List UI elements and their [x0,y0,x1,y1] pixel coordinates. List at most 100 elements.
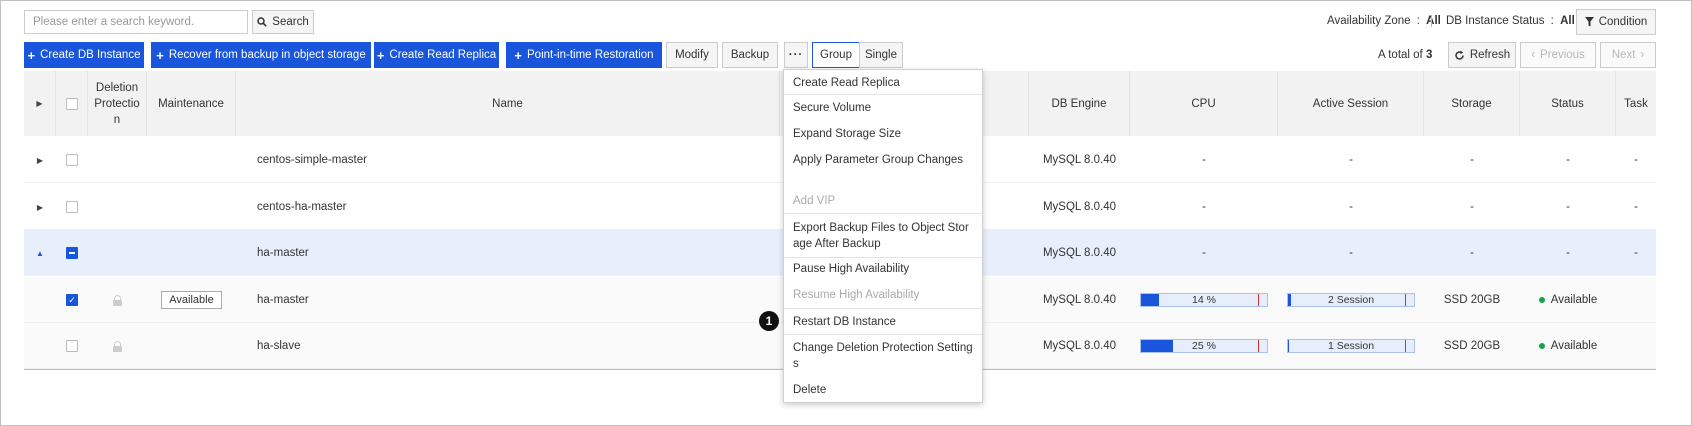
next-page-button[interactable]: Next › [1600,42,1656,68]
row-checkbox-indeterminate[interactable] [66,247,78,259]
select-all-checkbox[interactable] [65,97,78,110]
chevron-left-icon: ‹ [1531,49,1536,61]
session-threshold-marker [1405,340,1406,352]
search-button-label: Search [272,16,309,28]
cpu-usage-label: 25 % [1192,340,1216,352]
create-db-instance-button[interactable]: + Create DB Instance [24,42,144,68]
row-db-engine: MySQL 8.0.40 [1042,340,1117,352]
row-storage: - [1470,154,1474,166]
menu-item-change-deletion-protection[interactable]: Change Deletion Protection Settings [793,340,974,372]
row-checkbox[interactable] [66,201,78,213]
total-count: A total of 3 [1378,49,1433,61]
header-active-session: Active Session [1278,71,1424,136]
menu-item-expand-storage-size[interactable]: Expand Storage Size [793,126,974,142]
more-actions-button[interactable]: ··· [784,42,808,68]
point-in-time-restoration-button[interactable]: + Point-in-time Restoration [506,42,662,68]
header-db-engine: DB Engine [1029,71,1130,136]
refresh-icon [1455,50,1464,60]
row-cpu: - [1202,201,1206,213]
row-name[interactable]: ha-slave [257,323,757,369]
create-read-replica-button[interactable]: + Create Read Replica [374,42,499,68]
menu-divider [784,308,982,309]
plus-icon: + [514,47,523,63]
header-status: Status [1520,71,1616,136]
menu-item-delete[interactable]: Delete [793,382,974,398]
expand-toggle[interactable]: ▶ [24,137,56,183]
row-name[interactable]: centos-simple-master [257,137,757,183]
row-db-engine: MySQL 8.0.40 [1042,247,1117,259]
row-name[interactable]: centos-ha-master [257,184,757,230]
cpu-threshold-marker [1258,340,1259,352]
row-status: - [1566,201,1570,213]
caret-up-icon: ▲ [36,248,44,258]
row-status: - [1566,247,1570,259]
more-actions-menu: Create Read Replica Secure Volume Expand… [783,69,983,403]
session-usage-bar: 1 Session [1287,339,1415,353]
header-deletion-protection: Deletion Protection [88,71,147,136]
row-storage: - [1470,247,1474,259]
group-view-toggle[interactable]: Group [812,42,860,68]
caret-right-icon: ▶ [36,98,43,108]
select-all-header[interactable] [56,71,88,136]
status-filter[interactable]: DB Instance Status : All [1446,15,1575,27]
menu-divider [784,334,982,335]
menu-item-secure-volume[interactable]: Secure Volume [793,100,974,116]
header-name: Name [236,71,780,136]
header-cpu: CPU [1130,71,1278,136]
menu-divider [784,213,982,214]
cpu-usage-bar: 25 % [1140,339,1268,353]
expand-all-header[interactable]: ▶ [24,71,56,136]
search-button[interactable]: Search [252,10,314,34]
menu-divider [784,257,982,258]
filter-icon [1584,17,1594,27]
row-status: Available [1520,277,1616,323]
row-checkbox-checked[interactable]: ✓ [66,294,78,306]
availability-zone-filter[interactable]: Availability Zone : All [1327,15,1441,27]
previous-page-button[interactable]: ‹ Previous [1520,42,1596,68]
session-usage-label: 1 Session [1327,340,1375,352]
row-name[interactable]: ha-master [257,230,757,276]
row-task: - [1634,154,1638,166]
cpu-usage-label: 14 % [1192,294,1216,306]
status-dot-icon [1538,297,1545,303]
session-threshold-marker [1405,294,1406,306]
header-maintenance: Maintenance [147,71,236,136]
backup-button[interactable]: Backup [722,42,778,68]
row-cpu: - [1202,154,1206,166]
expand-toggle[interactable]: ▶ [24,184,56,230]
condition-label: Condition [1598,16,1648,28]
modify-button[interactable]: Modify [666,42,718,68]
menu-item-pause-high-availability[interactable]: Pause High Availability [793,261,974,277]
menu-item-resume-high-availability[interactable]: Resume High Availability [793,287,974,303]
row-checkbox[interactable] [66,154,78,166]
search-input[interactable] [24,10,248,34]
menu-divider [784,94,982,95]
refresh-button[interactable]: Refresh [1448,42,1516,68]
menu-item-create-read-replica[interactable]: Create Read Replica [793,75,974,91]
row-name[interactable]: ha-master [257,277,757,323]
lock-icon [113,340,122,352]
maintenance-badge[interactable]: Available [161,291,222,309]
row-storage: - [1470,201,1474,213]
single-view-toggle[interactable]: Single [859,42,903,68]
row-db-engine: MySQL 8.0.40 [1042,154,1117,166]
caret-right-icon: ▶ [36,155,44,165]
header-task: Task [1624,97,1648,110]
condition-button[interactable]: Condition [1576,9,1656,35]
row-checkbox[interactable] [66,340,78,352]
menu-item-add-vip[interactable]: Add VIP [793,193,974,209]
row-status: Available [1520,323,1616,369]
lock-icon [113,294,122,306]
caret-right-icon: ▶ [36,202,44,212]
collapse-toggle[interactable]: ▲ [24,230,56,276]
chevron-right-icon: › [1640,49,1645,61]
row-active-session: - [1349,154,1353,166]
row-active-session: - [1349,247,1353,259]
menu-item-export-backup-files[interactable]: Export Backup Files to Object Storage Af… [793,220,974,252]
row-cpu: - [1202,247,1206,259]
recover-from-backup-button[interactable]: + Recover from backup in object storage [151,42,371,68]
row-active-session: - [1349,201,1353,213]
menu-item-restart-db-instance[interactable]: Restart DB Instance [793,314,974,330]
session-usage-bar: 2 Session [1287,293,1415,307]
menu-item-apply-parameter-group-changes[interactable]: Apply Parameter Group Changes [793,152,974,168]
